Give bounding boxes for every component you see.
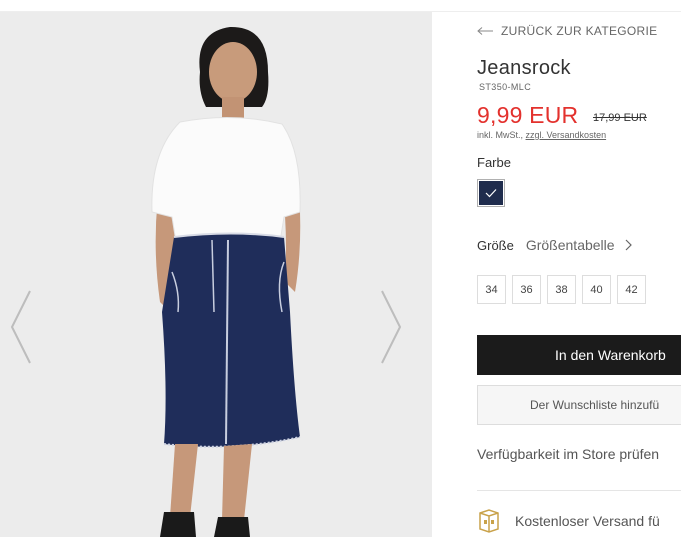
arrow-left-icon — [477, 27, 493, 35]
next-image-arrow-icon[interactable] — [376, 287, 406, 367]
add-to-cart-button[interactable]: In den Warenkorb — [477, 335, 681, 375]
free-shipping-text: Kostenloser Versand fü — [515, 513, 660, 529]
color-label: Farbe — [477, 155, 511, 170]
product-detail-panel: ZURÜCK ZUR KATEGORIE Jeansrock ST350-MLC… — [432, 12, 681, 537]
free-shipping-info: Kostenloser Versand fü — [477, 509, 660, 533]
size-option-42[interactable]: 42 — [617, 275, 646, 304]
size-header: Größe Größentabelle — [477, 237, 633, 253]
product-title: Jeansrock — [477, 57, 571, 79]
model-illustration — [151, 26, 301, 537]
product-sku: ST350-MLC — [479, 82, 532, 92]
tax-prefix: inkl. MwSt., — [477, 130, 524, 140]
top-bar — [0, 0, 681, 12]
chevron-right-icon[interactable] — [623, 239, 633, 251]
product-price: 9,99 EUR — [477, 102, 579, 128]
size-option-34[interactable]: 34 — [477, 275, 506, 304]
product-image — [0, 12, 432, 537]
shipping-box-icon — [479, 509, 499, 533]
size-option-36[interactable]: 36 — [512, 275, 541, 304]
size-option-40[interactable]: 40 — [582, 275, 611, 304]
size-options: 34 36 38 40 42 — [477, 275, 652, 304]
store-availability-link[interactable]: Verfügbarkeit im Store prüfen — [477, 446, 659, 462]
divider — [477, 490, 681, 491]
tax-info: inkl. MwSt., zzgl. Versandkosten — [477, 130, 606, 140]
color-swatch-navy[interactable] — [477, 179, 505, 207]
old-price: 17,99 EUR — [593, 112, 647, 124]
add-to-wishlist-button[interactable]: Der Wunschliste hinzufü — [477, 385, 681, 425]
size-option-38[interactable]: 38 — [547, 275, 576, 304]
size-label: Größe — [477, 237, 514, 253]
size-chart-link[interactable]: Größentabelle — [526, 237, 615, 253]
previous-image-arrow-icon[interactable] — [6, 287, 36, 367]
back-label: ZURÜCK ZUR KATEGORIE — [501, 24, 658, 38]
checkmark-icon — [485, 189, 497, 198]
back-to-category-link[interactable]: ZURÜCK ZUR KATEGORIE — [477, 24, 657, 38]
shipping-costs-link[interactable]: zzgl. Versandkosten — [526, 130, 607, 140]
